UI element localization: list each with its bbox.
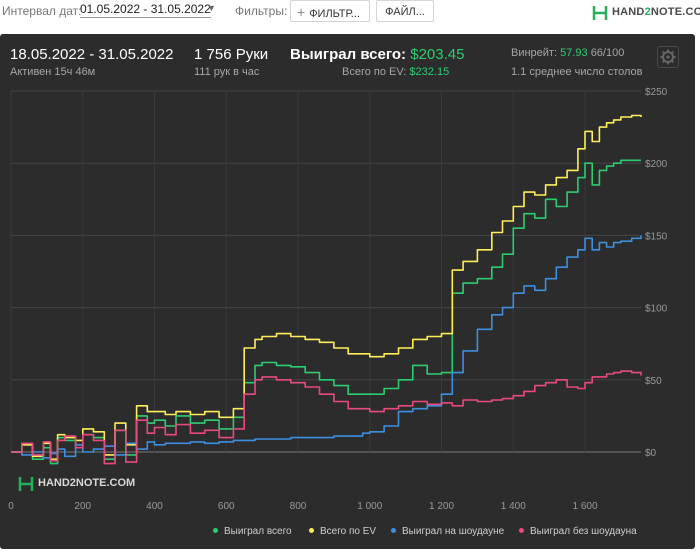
x-tick-label: 600 (218, 501, 235, 512)
x-tick-label: 1 000 (357, 501, 382, 512)
legend-label: Всего по EV (320, 526, 377, 537)
legend-label: Выиграл всего (224, 526, 292, 537)
legend-item[interactable]: Выиграл на шоудауне (391, 526, 504, 537)
x-tick-label: 1 200 (429, 501, 454, 512)
legend-item[interactable]: Выиграл без шоудауна (519, 526, 637, 537)
y-tick-label: $200 (645, 159, 668, 170)
y-tick-label: $100 (645, 304, 668, 315)
legend-label: Выиграл без шоудауна (530, 526, 637, 537)
legend-item[interactable]: Выиграл всего (213, 526, 292, 537)
y-tick-label: $50 (645, 376, 662, 387)
x-tick-label: 800 (290, 501, 307, 512)
x-tick-label: 400 (146, 501, 163, 512)
legend-dot-icon (213, 527, 218, 533)
series-line-0 (11, 159, 641, 465)
x-tick-label: 1 600 (573, 501, 598, 512)
legend-dot-icon (309, 527, 314, 533)
watermark-text: HAND2NOTE.COM (38, 477, 136, 489)
x-tick-label: 0 (8, 501, 14, 512)
legend-label: Выиграл на шоудауне (402, 526, 505, 537)
winnings-chart: $250 $200 $150 $100 $50 $0 0 200 400 600 800 1 000 1… (8, 87, 668, 512)
x-tick-label: 200 (74, 501, 91, 512)
series-line-1 (11, 114, 642, 460)
legend-item[interactable]: Всего по EV (309, 526, 376, 537)
series-line-2 (11, 235, 642, 459)
y-tick-label: $0 (645, 448, 657, 459)
y-tick-label: $250 (645, 87, 668, 98)
y-tick-label: $150 (645, 231, 668, 242)
x-tick-label: 1 400 (501, 501, 526, 512)
watermark-logo-icon (18, 477, 34, 491)
legend-dot-icon (519, 527, 524, 533)
legend-dot-icon (391, 527, 396, 533)
series-line-3 (11, 370, 642, 465)
